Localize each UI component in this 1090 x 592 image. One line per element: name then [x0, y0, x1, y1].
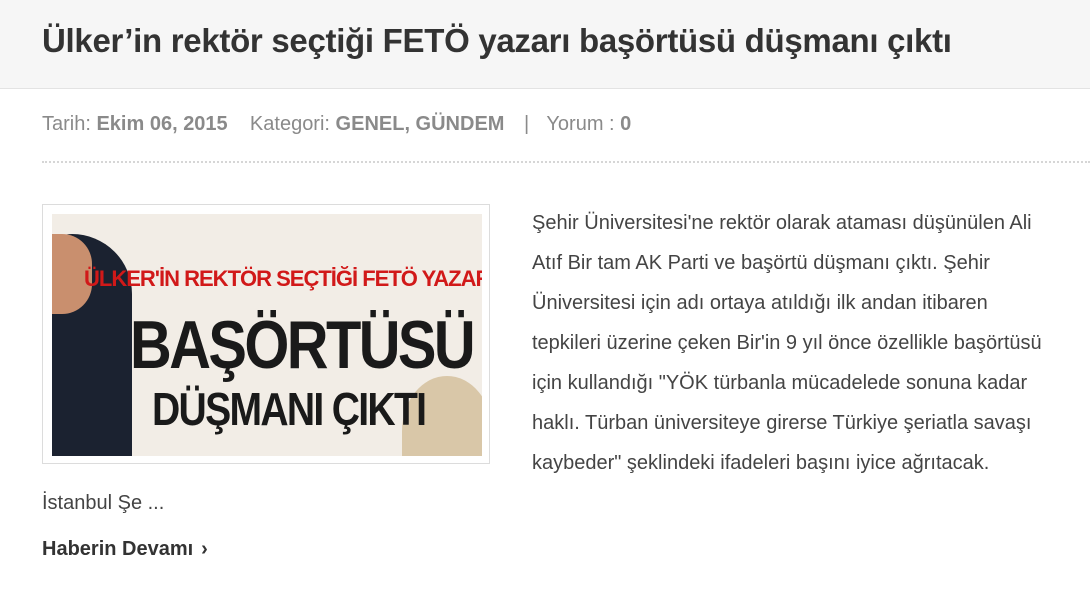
category-label: Kategori:	[249, 113, 330, 135]
date-value: Ekim 06, 2015	[96, 113, 228, 135]
thumbnail-headline-bottom: DÜŞMANI ÇIKTI	[152, 383, 427, 435]
chevron-right-icon: ›	[201, 538, 208, 560]
category-value[interactable]: GENEL, GÜNDEM	[336, 113, 505, 135]
post-thumbnail[interactable]: ÜLKER'İN REKTÖR SEÇTİĞİ FETÖ YAZARI BAŞÖ…	[42, 204, 490, 464]
title-bar: Ülker’in rektör seçtiği FETÖ yazarı başö…	[0, 0, 1090, 89]
comments-label: Yorum :	[546, 113, 615, 135]
meta-separator: |	[524, 113, 530, 135]
read-more-label: Haberin Devamı	[42, 538, 194, 560]
comments-count[interactable]: 0	[620, 113, 631, 135]
thumbnail-headline-top: ÜLKER'İN REKTÖR SEÇTİĞİ FETÖ YAZARI	[84, 266, 482, 291]
read-more-link[interactable]: Haberin Devamı ›	[42, 538, 208, 561]
thumbnail-headline-main: BAŞÖRTÜSÜ	[130, 307, 476, 383]
thumbnail-image: ÜLKER'İN REKTÖR SEÇTİĞİ FETÖ YAZARI BAŞÖ…	[52, 214, 482, 456]
post-title[interactable]: Ülker’in rektör seçtiği FETÖ yazarı başö…	[42, 22, 952, 60]
post-meta: Tarih: Ekim 06, 2015 Kategori: GENEL, GÜ…	[42, 113, 631, 136]
date-label: Tarih:	[42, 113, 91, 135]
meta-divider	[42, 161, 1090, 163]
